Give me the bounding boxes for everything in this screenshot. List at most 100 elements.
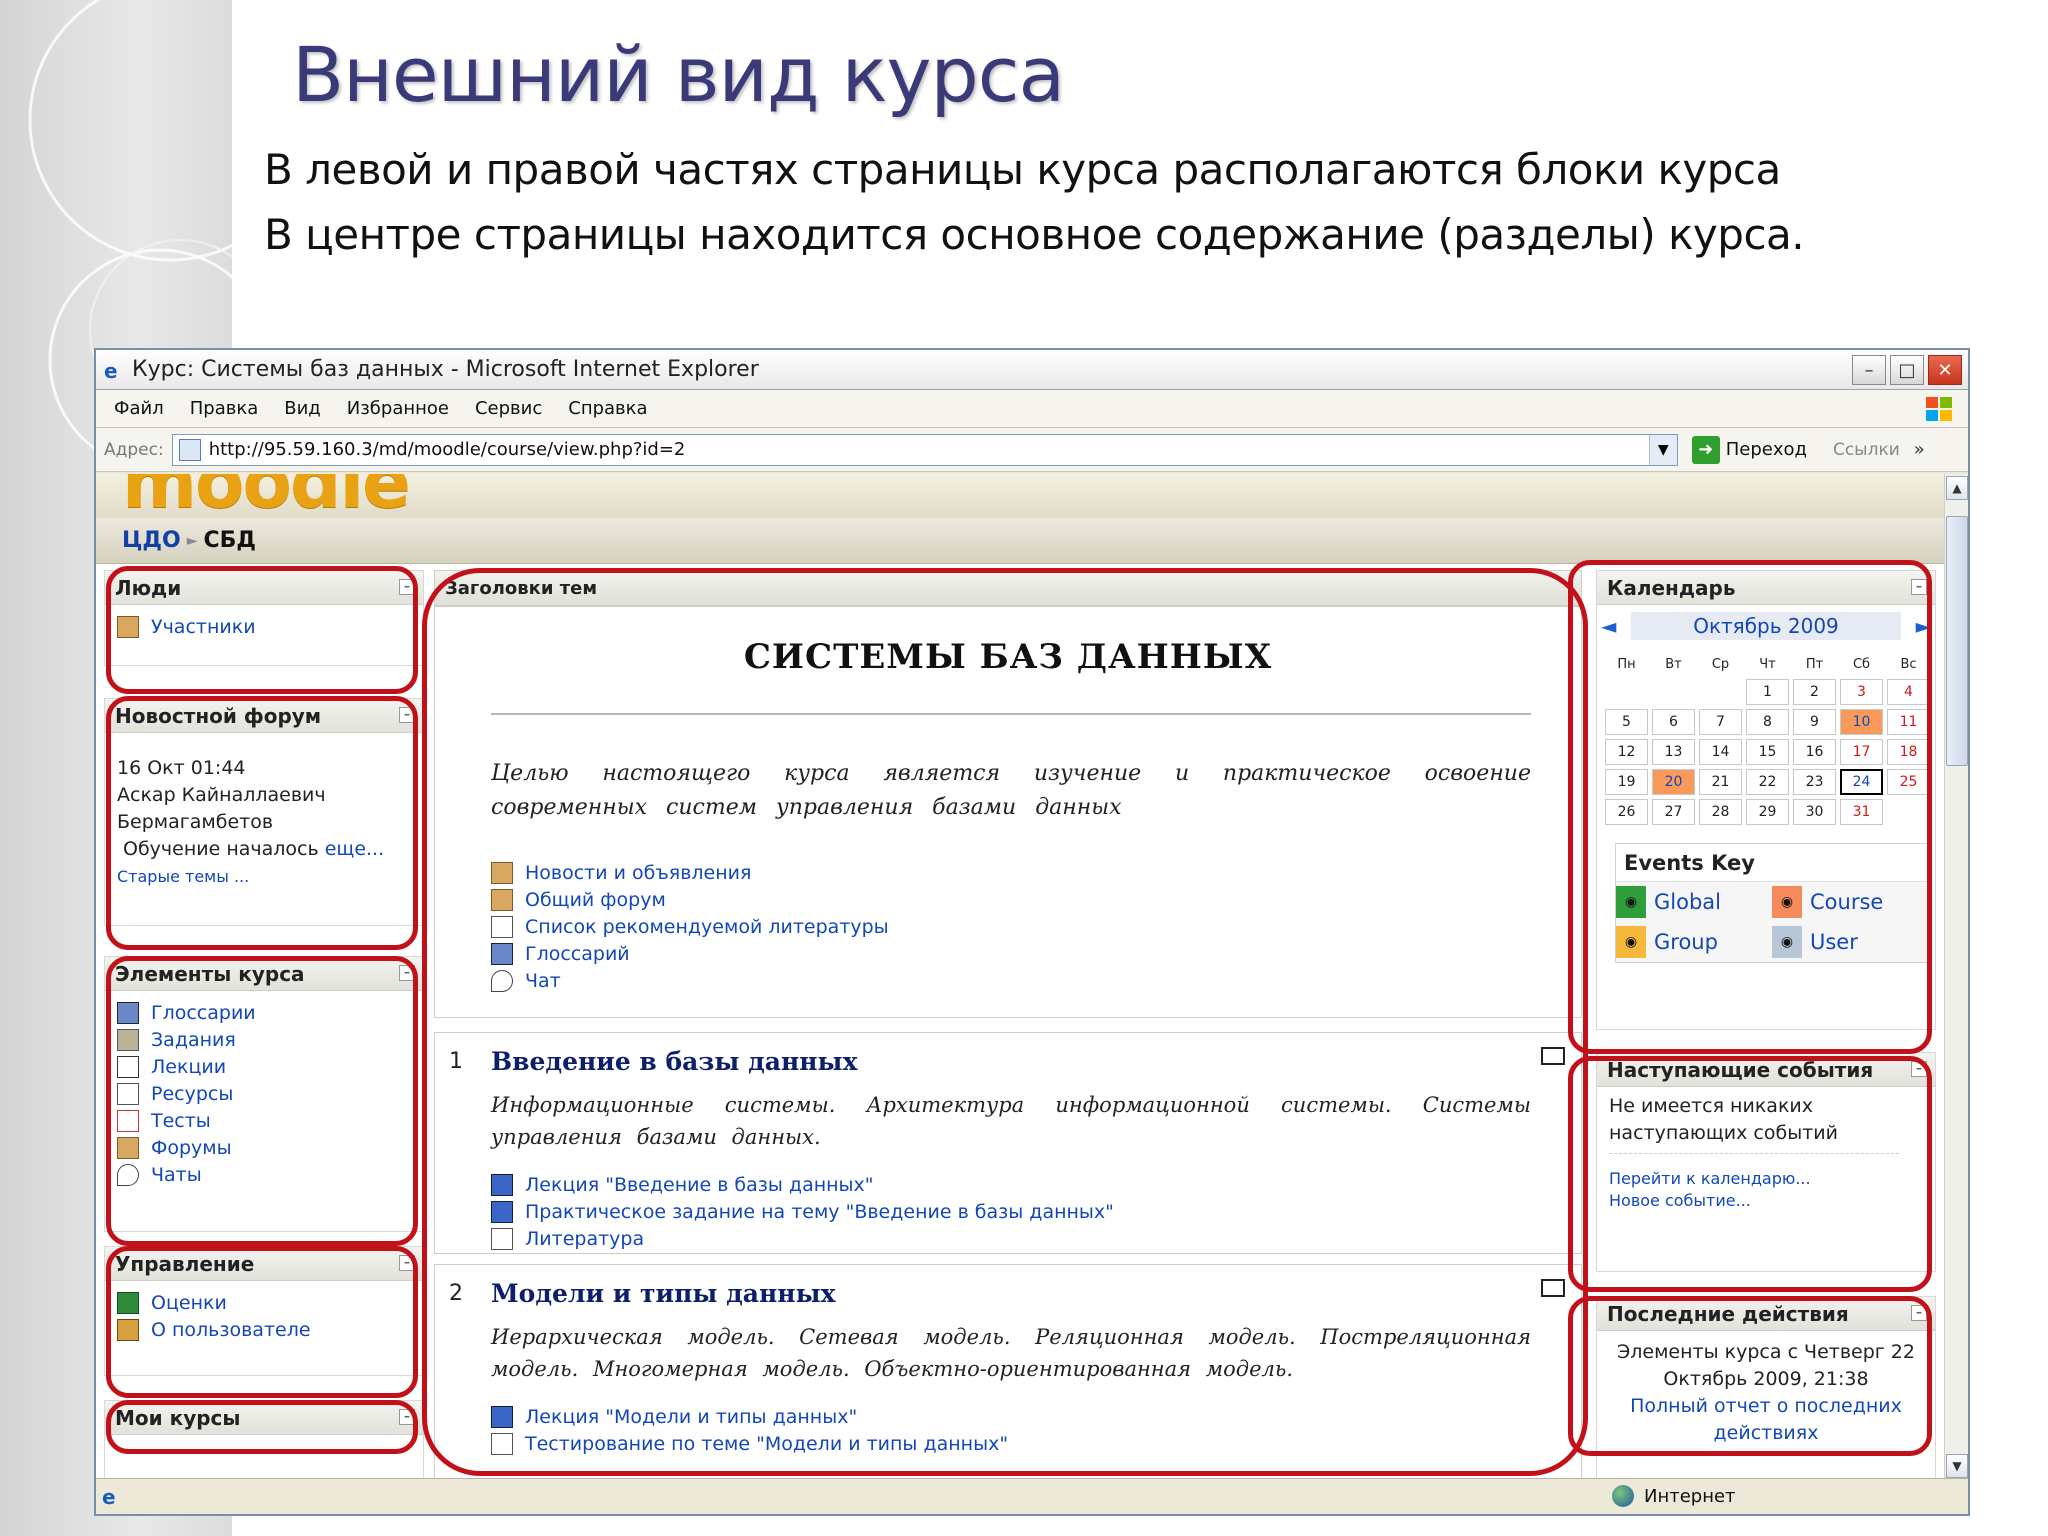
next-month-icon[interactable]: ► — [1916, 614, 1931, 638]
scroll-up-icon[interactable]: ▲ — [1946, 476, 1968, 500]
go-button[interactable]: ➜ Переход — [1691, 435, 1807, 464]
general-forum-link[interactable]: Общий форум — [525, 889, 666, 911]
previous-month-icon[interactable]: ◄ — [1601, 614, 1616, 638]
activity-resources-link[interactable]: Ресурсы — [151, 1083, 233, 1105]
activities-block: Элементы курса – Глоссарии Задания Лекции… — [104, 956, 424, 1232]
topic-link[interactable]: Лекция "Модели и типы данных" — [525, 1406, 857, 1428]
calendar-day[interactable]: 30 — [1793, 799, 1836, 825]
activity-quizzes-link[interactable]: Тесты — [151, 1110, 211, 1132]
collapse-icon[interactable]: – — [399, 579, 415, 595]
moodle-logo[interactable]: moodle — [122, 474, 411, 524]
calendar-day[interactable]: 6 — [1652, 709, 1695, 735]
minimize-button[interactable]: – — [1852, 355, 1886, 385]
topic-link[interactable]: Тестирование по теме "Модели и типы данн… — [525, 1433, 1008, 1455]
links-label[interactable]: Ссылки — [1833, 440, 1900, 460]
calendar-day[interactable]: 7 — [1699, 709, 1742, 735]
calendar-day[interactable]: 16 — [1793, 739, 1836, 765]
topic-link[interactable]: Литература — [525, 1228, 644, 1250]
events-key-group[interactable]: ◉ Group — [1616, 926, 1772, 958]
links-more-icon[interactable]: » — [1914, 439, 1925, 460]
news-forum-link[interactable]: Новости и объявления — [525, 862, 751, 884]
calendar-day[interactable]: 2 — [1793, 679, 1836, 705]
new-event-link[interactable]: Новое событие... — [1609, 1190, 1923, 1212]
calendar-day[interactable]: 26 — [1605, 799, 1648, 825]
calendar-day[interactable]: 23 — [1793, 769, 1836, 795]
menu-edit[interactable]: Правка — [190, 398, 259, 419]
activity-forums-link[interactable]: Форумы — [151, 1137, 232, 1159]
activity-lectures-link[interactable]: Лекции — [151, 1056, 226, 1078]
calendar-day[interactable]: 9 — [1793, 709, 1836, 735]
calendar-day[interactable]: 14 — [1699, 739, 1742, 765]
calendar-day[interactable]: 15 — [1746, 739, 1789, 765]
calendar-day[interactable]: 27 — [1652, 799, 1695, 825]
events-key-course[interactable]: ◉ Course — [1772, 886, 1928, 918]
collapse-icon[interactable]: – — [1911, 1061, 1927, 1077]
calendar-day[interactable]: 25 — [1887, 769, 1930, 795]
calendar-day[interactable]: 22 — [1746, 769, 1789, 795]
collapse-icon[interactable]: – — [1911, 1305, 1927, 1321]
profile-link[interactable]: О пользователе — [151, 1319, 311, 1341]
calendar-day[interactable]: 8 — [1746, 709, 1789, 735]
window-titlebar[interactable]: e Курс: Системы баз данных - Microsoft I… — [96, 350, 1968, 390]
maximize-button[interactable]: □ — [1890, 355, 1924, 385]
collapse-icon[interactable]: – — [399, 965, 415, 981]
events-key-global[interactable]: ◉ Global — [1616, 886, 1772, 918]
older-topics-link[interactable]: Старые темы ... — [117, 863, 411, 890]
activity-assignments-link[interactable]: Задания — [151, 1029, 236, 1051]
calendar-day[interactable]: 17 — [1840, 739, 1883, 765]
calendar-day[interactable]: 21 — [1699, 769, 1742, 795]
topic-link[interactable]: Практическое задание на тему "Введение в… — [525, 1201, 1114, 1223]
calendar-day[interactable]: 31 — [1840, 799, 1883, 825]
close-button[interactable]: ✕ — [1928, 355, 1962, 385]
calendar-day[interactable]: 5 — [1605, 709, 1648, 735]
menu-favorites[interactable]: Избранное — [347, 398, 449, 419]
glossary-icon — [117, 1001, 139, 1024]
go-arrow-icon: ➜ — [1691, 435, 1720, 464]
collapse-icon[interactable]: – — [399, 707, 415, 723]
calendar-day[interactable]: 24 — [1840, 769, 1883, 795]
calendar-day[interactable]: 19 — [1605, 769, 1648, 795]
menu-tools[interactable]: Сервис — [475, 398, 542, 419]
word-document-icon — [491, 1173, 513, 1196]
calendar-day[interactable]: 20 — [1652, 769, 1695, 795]
calendar-day[interactable]: 4 — [1887, 679, 1930, 705]
highlight-toggle-icon[interactable] — [1541, 1279, 1565, 1297]
grades-link[interactable]: Оценки — [151, 1292, 227, 1314]
activity-glossaries-link[interactable]: Глоссарии — [151, 1002, 256, 1024]
topic-link[interactable]: Лекция "Введение в базы данных" — [525, 1174, 874, 1196]
scroll-thumb[interactable] — [1946, 516, 1968, 766]
calendar-day[interactable]: 1 — [1746, 679, 1789, 705]
goto-calendar-link[interactable]: Перейти к календарю... — [1609, 1168, 1923, 1190]
calendar-day[interactable]: 3 — [1840, 679, 1883, 705]
calendar-day[interactable]: 11 — [1887, 709, 1930, 735]
collapse-icon[interactable]: – — [399, 1255, 415, 1271]
calendar-day[interactable]: 28 — [1699, 799, 1742, 825]
menu-help[interactable]: Справка — [568, 398, 647, 419]
menu-view[interactable]: Вид — [284, 398, 321, 419]
vertical-scrollbar[interactable]: ▲ ▼ — [1944, 474, 1968, 1480]
calendar-day[interactable]: 29 — [1746, 799, 1789, 825]
literature-list-link[interactable]: Список рекомендуемой литературы — [525, 916, 889, 938]
glossary-link[interactable]: Глоссарий — [525, 943, 630, 965]
news-more-link[interactable]: еще... — [325, 838, 384, 860]
events-key-user[interactable]: ◉ User — [1772, 926, 1928, 958]
eye-icon: ◉ — [1616, 926, 1646, 958]
calendar-day[interactable]: 18 — [1887, 739, 1930, 765]
collapse-icon[interactable]: – — [1911, 579, 1927, 595]
breadcrumb-home-link[interactable]: ЦДО — [122, 528, 181, 553]
menu-file[interactable]: Файл — [114, 398, 164, 419]
calendar-month[interactable]: Октябрь 2009 — [1631, 612, 1901, 640]
highlight-toggle-icon[interactable] — [1541, 1047, 1565, 1065]
address-input[interactable]: http://95.59.160.3/md/moodle/course/view… — [171, 433, 1678, 466]
full-report-link[interactable]: Полный отчет о последних действиях — [1609, 1393, 1923, 1447]
scroll-down-icon[interactable]: ▼ — [1946, 1454, 1968, 1478]
calendar-day[interactable]: 13 — [1652, 739, 1695, 765]
participants-link[interactable]: Участники — [151, 616, 256, 638]
calendar-day[interactable]: 12 — [1605, 739, 1648, 765]
chat-link[interactable]: Чат — [525, 970, 561, 992]
resource-icon — [117, 1082, 139, 1105]
chevron-down-icon[interactable]: ▼ — [1648, 434, 1677, 465]
activity-chats-link[interactable]: Чаты — [151, 1164, 202, 1186]
calendar-day[interactable]: 10 — [1840, 709, 1883, 735]
collapse-icon[interactable]: – — [399, 1409, 415, 1425]
